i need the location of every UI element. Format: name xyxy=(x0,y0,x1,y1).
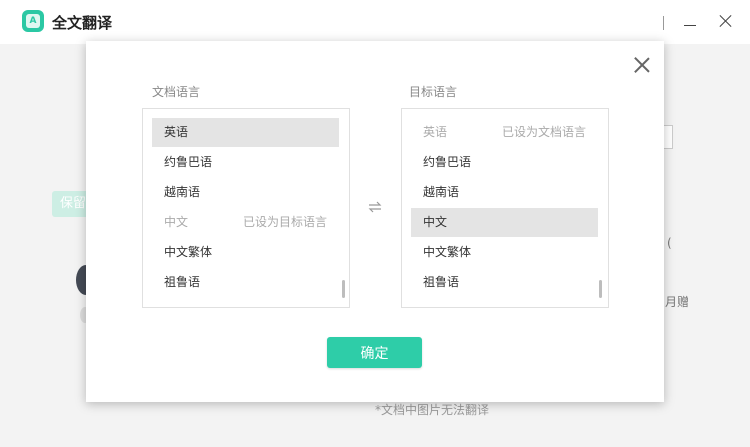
target-language-list[interactable]: 英语 已设为文档语言约鲁巴语越南语中文中文繁体祖鲁语 xyxy=(401,108,609,308)
titlebar-divider xyxy=(663,16,664,30)
language-status-note: 已设为目标语言 xyxy=(242,215,327,229)
source-language-item: 中文 已设为目标语言 xyxy=(152,208,339,237)
target-language-item[interactable]: 中文繁体 xyxy=(411,238,598,267)
language-status-note: 已设为文档语言 xyxy=(501,125,586,139)
swap-arrows-icon[interactable] xyxy=(367,199,383,215)
language-name: 英语 xyxy=(164,125,189,139)
target-language-item: 英语 已设为文档语言 xyxy=(411,118,598,147)
source-language-item[interactable]: 越南语 xyxy=(152,178,339,207)
language-dialog: 文档语言 目标语言 英语约鲁巴语越南语中文 已设为目标语言中文繁体祖鲁语 英语 已设… xyxy=(86,41,664,402)
source-language-list[interactable]: 英语约鲁巴语越南语中文 已设为目标语言中文繁体祖鲁语 xyxy=(142,108,350,308)
source-language-label: 文档语言 xyxy=(152,85,201,99)
source-language-item[interactable]: 约鲁巴语 xyxy=(152,148,339,177)
window-close-icon[interactable] xyxy=(719,14,733,28)
close-icon[interactable] xyxy=(634,57,650,73)
language-name: 越南语 xyxy=(164,185,201,199)
language-name: 祖鲁语 xyxy=(164,275,201,289)
title-bar: A 全文翻译 xyxy=(0,0,750,44)
language-name: 约鲁巴语 xyxy=(164,155,213,169)
background-text-2: 月赠 xyxy=(665,295,690,309)
language-name: 中文繁体 xyxy=(164,245,213,259)
language-name: 英语 xyxy=(423,125,448,139)
app-logo-text: A xyxy=(26,14,40,28)
target-language-item[interactable]: 中文 xyxy=(411,208,598,237)
target-language-label: 目标语言 xyxy=(409,85,458,99)
source-language-item[interactable]: 英语 xyxy=(152,118,339,147)
source-language-item[interactable]: 中文繁体 xyxy=(152,238,339,267)
target-language-item[interactable]: 约鲁巴语 xyxy=(411,148,598,177)
background-field-edge xyxy=(664,125,673,149)
language-name: 中文 xyxy=(164,215,189,229)
target-scrollbar-thumb[interactable] xyxy=(599,280,602,298)
app-title: 全文翻译 xyxy=(52,14,113,32)
source-scrollbar-thumb[interactable] xyxy=(342,280,345,298)
language-name: 越南语 xyxy=(423,185,460,199)
source-language-item[interactable]: 祖鲁语 xyxy=(152,268,339,297)
confirm-button[interactable]: 确定 xyxy=(327,337,422,368)
image-warning-note: *文档中图片无法翻译 xyxy=(375,403,490,417)
language-name: 中文繁体 xyxy=(423,245,472,259)
app-logo-icon: A xyxy=(22,10,44,32)
minimize-icon[interactable] xyxy=(684,14,698,28)
language-name: 祖鲁语 xyxy=(423,275,460,289)
target-language-item[interactable]: 越南语 xyxy=(411,178,598,207)
language-name: 约鲁巴语 xyxy=(423,155,472,169)
background-text-1: ( xyxy=(667,236,672,250)
language-name: 中文 xyxy=(423,215,448,229)
target-language-item[interactable]: 祖鲁语 xyxy=(411,268,598,297)
